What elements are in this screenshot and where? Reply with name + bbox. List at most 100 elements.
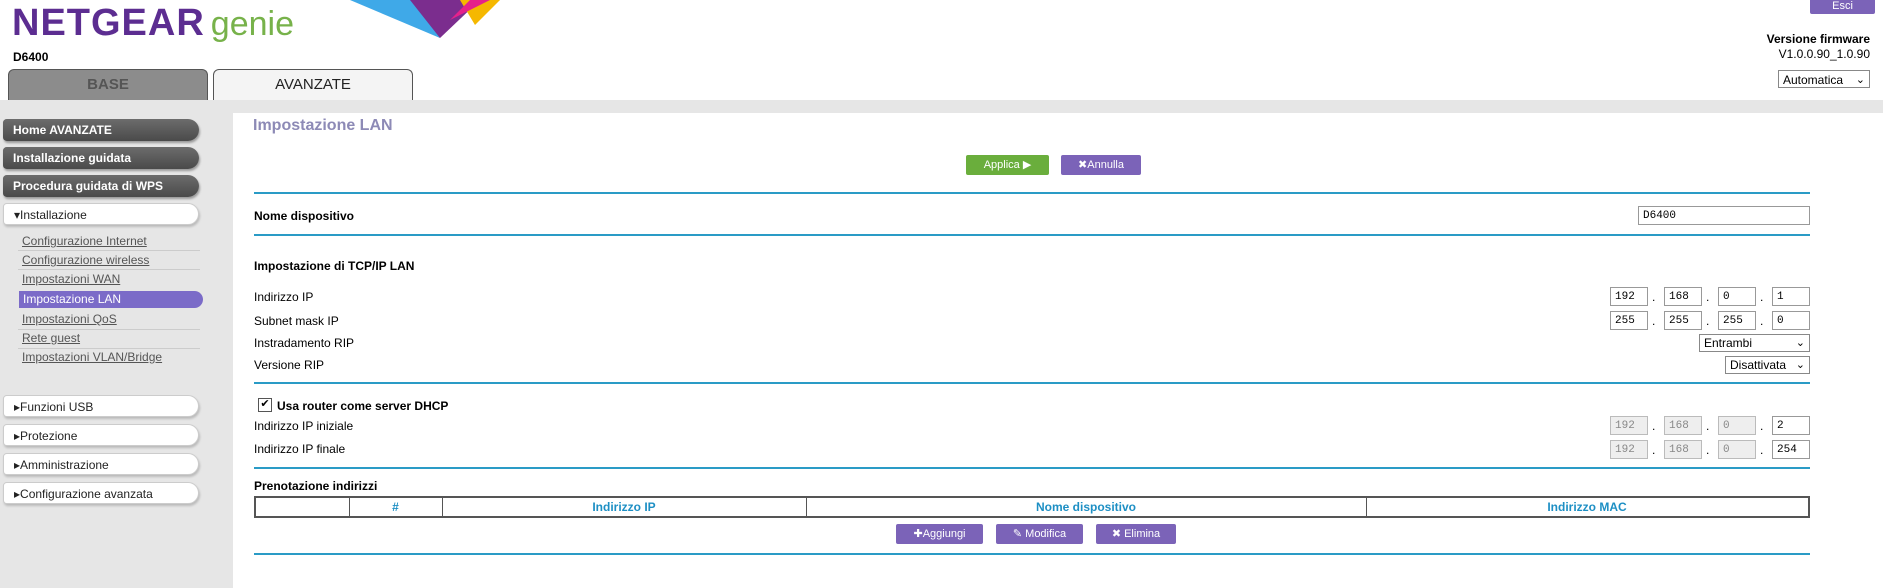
sidebar-item-guest[interactable]: Rete guest (22, 331, 80, 345)
sidebar-home-advanced[interactable]: Home AVANZATE (3, 119, 199, 141)
dhcp-checkbox-label: Usa router come server DHCP (277, 399, 449, 413)
sidebar-item-lan[interactable]: Impostazione LAN (19, 291, 203, 308)
table-header-mac: Indirizzo MAC (1547, 500, 1627, 514)
sidebar-section-advanced-setup[interactable]: ▸Configurazione avanzata (3, 482, 199, 504)
dot-separator: . (1706, 443, 1710, 457)
decorative-shapes-icon (350, 0, 500, 38)
dot-separator: . (1706, 419, 1710, 433)
dot-separator: . (1760, 419, 1764, 433)
page-title: Impostazione LAN (253, 117, 393, 134)
delete-label: Elimina (1124, 528, 1161, 540)
sidebar-item-internet[interactable]: Configurazione Internet (22, 234, 147, 248)
close-icon: ✖ (1111, 528, 1122, 540)
ip-octet-1-input[interactable]: 192 (1610, 287, 1648, 306)
start-ip-octet-1-input: 192 (1610, 416, 1648, 435)
divider (254, 553, 1810, 555)
ip-address-label: Indirizzo IP (254, 290, 314, 304)
sidebar-wps-wizard[interactable]: Procedura guidata di WPS (3, 175, 199, 197)
end-ip-octet-2-input: 168 (1664, 440, 1702, 459)
checkmark-icon: ✔ (260, 398, 270, 410)
edit-button[interactable]: ✎ Modifica (996, 524, 1083, 544)
sidebar-item-wan[interactable]: Impostazioni WAN (22, 272, 120, 286)
table-header-ip: Indirizzo IP (442, 498, 807, 516)
tcpip-heading: Impostazione di TCP/IP LAN (254, 259, 415, 273)
sidebar-section-label: Protezione (20, 429, 78, 443)
sidebar-item-wireless[interactable]: Configurazione wireless (22, 253, 149, 267)
start-ip-octet-4-input[interactable]: 2 (1772, 416, 1810, 435)
apply-button[interactable]: Applica ▶ (966, 155, 1049, 175)
divider (254, 234, 1810, 236)
subnet-octet-3-input[interactable]: 255 (1718, 311, 1756, 330)
rip-direction-select[interactable]: Entrambi ⌄ (1699, 334, 1810, 352)
sidebar-section-label: Funzioni USB (20, 400, 94, 414)
divider (254, 467, 1810, 469)
tab-advanced[interactable]: AVANZATE (213, 69, 413, 100)
dot-separator: . (1652, 314, 1656, 328)
dot-separator: . (1652, 290, 1656, 304)
dhcp-checkbox[interactable]: ✔ (258, 398, 272, 412)
end-ip-octet-1-input: 192 (1610, 440, 1648, 459)
apply-label: Applica (983, 159, 1020, 171)
close-icon: ✖ (1078, 159, 1088, 171)
firmware-version: V1.0.0.90_1.0.90 (1778, 47, 1870, 61)
sidebar-section-setup[interactable]: ▾Installazione (3, 203, 199, 225)
ip-octet-3-input[interactable]: 0 (1718, 287, 1756, 306)
reservation-table-header: # Indirizzo IP Nome dispositivo Indirizz… (254, 496, 1810, 518)
end-ip-octet-3-input: 0 (1718, 440, 1756, 459)
chevron-down-icon: ⌄ (1855, 74, 1865, 86)
firmware-title: Versione firmware (1766, 32, 1870, 46)
subnet-octet-1-input[interactable]: 255 (1610, 311, 1648, 330)
add-label: Aggiungi (922, 528, 966, 540)
ip-octet-2-input[interactable]: 168 (1664, 287, 1702, 306)
sidebar-section-security[interactable]: ▸Protezione (3, 424, 199, 446)
rip-version-select[interactable]: Disattivata ⌄ (1725, 356, 1810, 374)
subnet-mask-label: Subnet mask IP (254, 314, 339, 328)
pencil-icon: ✎ (1012, 528, 1023, 540)
device-name-label: Nome dispositivo (254, 209, 355, 223)
sidebar-item-vlan[interactable]: Impostazioni VLAN/Bridge (22, 350, 162, 364)
model-name: D6400 (13, 50, 49, 64)
rip-direction-value: Entrambi (1704, 336, 1753, 350)
divider (254, 192, 1810, 194)
divider (18, 329, 200, 330)
device-name-input[interactable]: D6400 (1638, 206, 1810, 225)
cancel-button[interactable]: ✖Annulla (1061, 155, 1141, 175)
cancel-label: Annulla (1087, 159, 1124, 171)
divider (254, 382, 1810, 384)
dot-separator: . (1652, 419, 1656, 433)
tab-base[interactable]: BASE (8, 69, 208, 100)
language-select[interactable]: Automatica ⌄ (1778, 70, 1870, 88)
sidebar-section-label: Amministrazione (20, 458, 109, 472)
play-icon: ▶ (1022, 159, 1032, 171)
dot-separator: . (1652, 443, 1656, 457)
divider (18, 348, 200, 349)
rip-direction-label: Instradamento RIP (254, 336, 355, 350)
divider (18, 269, 200, 270)
brand-name: NETGEAR (12, 2, 205, 44)
end-ip-label: Indirizzo IP finale (254, 442, 346, 456)
header: NETGEAR genie D6400 BASE AVANZATE Esci Ve… (0, 0, 1883, 100)
start-ip-octet-3-input: 0 (1718, 416, 1756, 435)
table-header-select (256, 498, 350, 516)
sidebar-setup-wizard[interactable]: Installazione guidata (3, 147, 199, 169)
brand-product: genie (210, 5, 294, 43)
table-header-number: # (349, 498, 443, 516)
subnet-octet-2-input[interactable]: 255 (1664, 311, 1702, 330)
chevron-down-icon: ⌄ (1795, 337, 1805, 349)
start-ip-label: Indirizzo IP iniziale (254, 419, 354, 433)
logout-button[interactable]: Esci (1810, 0, 1875, 14)
divider (18, 250, 200, 251)
dot-separator: . (1706, 314, 1710, 328)
language-value: Automatica (1783, 73, 1844, 87)
delete-button[interactable]: ✖ Elimina (1096, 524, 1176, 544)
reservation-heading: Prenotazione indirizzi (254, 479, 378, 493)
sidebar-section-usb[interactable]: ▸Funzioni USB (3, 395, 199, 417)
end-ip-octet-4-input[interactable]: 254 (1772, 440, 1810, 459)
dot-separator: . (1760, 314, 1764, 328)
subnet-octet-4-input[interactable]: 0 (1772, 311, 1810, 330)
ip-octet-4-input[interactable]: 1 (1772, 287, 1810, 306)
sidebar-section-admin[interactable]: ▸Amministrazione (3, 453, 199, 475)
sidebar-item-qos[interactable]: Impostazioni QoS (22, 312, 117, 326)
add-button[interactable]: ✚Aggiungi (896, 524, 983, 544)
plus-icon: ✚ (913, 528, 923, 540)
